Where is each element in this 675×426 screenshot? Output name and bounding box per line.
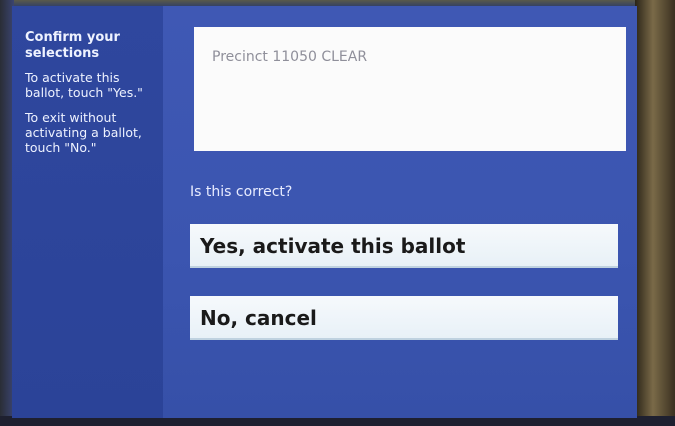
sidebar-instruction-no: To exit without activating a ballot, tou… — [25, 110, 142, 155]
precinct-display: Precinct 11050 CLEAR — [194, 27, 626, 151]
sidebar-heading: Confirm your selections — [25, 30, 120, 61]
instructions-sidebar: Confirm your selections To activate this… — [12, 6, 163, 418]
no-cancel-label: No, cancel — [200, 306, 317, 330]
no-cancel-button[interactable]: No, cancel — [190, 296, 618, 340]
voting-screen: Confirm your selections To activate this… — [12, 6, 637, 418]
sidebar-instruction-yes: To activate this ballot, touch "Yes." — [25, 70, 143, 100]
confirmation-question: Is this correct? — [190, 184, 293, 200]
precinct-text: Precinct 11050 CLEAR — [212, 49, 368, 65]
yes-activate-button[interactable]: Yes, activate this ballot — [190, 224, 618, 268]
yes-activate-label: Yes, activate this ballot — [200, 234, 466, 258]
screen-bezel-right — [635, 0, 675, 426]
